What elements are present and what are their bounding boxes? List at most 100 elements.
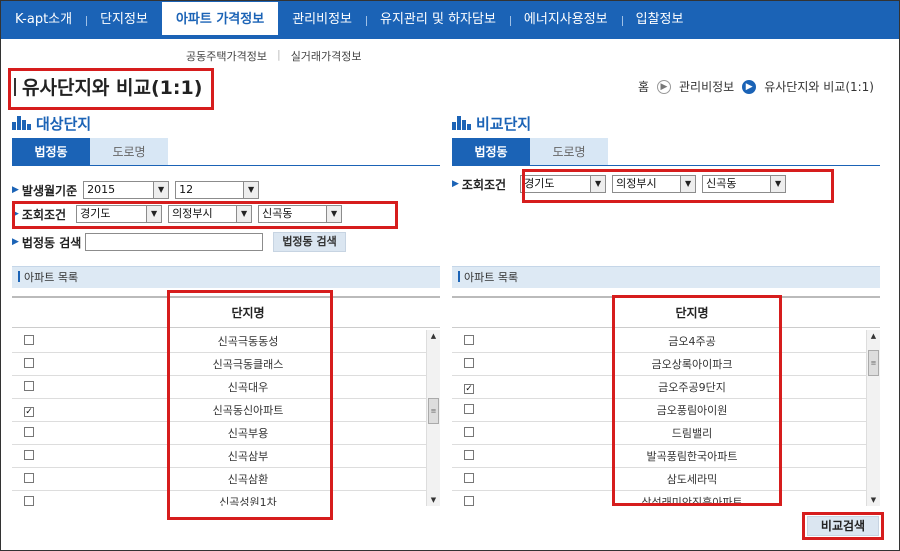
dong-search-input[interactable]: [85, 233, 264, 251]
row-checkbox-cell: [12, 380, 168, 394]
arrow-right-icon: ▶: [657, 79, 672, 94]
arrow-right-icon: ▶: [12, 237, 19, 247]
row-checkbox-cell: [452, 334, 608, 348]
breadcrumb: 홈 ▶ 관리비정보 ▶ 유사단지와 비교(1:1): [638, 78, 874, 95]
scroll-down-icon[interactable]: ▼: [427, 494, 440, 506]
row-checkbox-cell: [12, 426, 168, 440]
row-checkbox-cell: [12, 472, 168, 486]
condition-label: 조회조건: [461, 177, 507, 192]
dropdown-arrow-icon: ▼: [243, 182, 259, 198]
nav-item-fee-info[interactable]: 관리비정보: [278, 1, 366, 39]
row-checkbox-checked[interactable]: ✓: [464, 384, 474, 394]
compare-complex-panel: 비교단지 법정동 도로명 ▶ 조회조건 경기도 ▼ 의정부시 ▼ 신곡동 ▼ 아파트 …: [452, 112, 880, 507]
row-checkbox[interactable]: [24, 381, 34, 391]
row-checkbox-cell: [452, 449, 608, 463]
row-checkbox-cell: [12, 495, 168, 506]
nav-item-bid[interactable]: 입찰정보: [621, 1, 698, 39]
breadcrumb-level1[interactable]: 관리비정보: [679, 78, 734, 95]
sub-nav: 공동주택가격정보 | 실거래가격정보: [186, 48, 362, 64]
grid-header-check: [12, 298, 168, 327]
row-checkbox[interactable]: [464, 335, 474, 345]
arrow-right-icon: ▶: [742, 79, 757, 94]
tab-legal-dong[interactable]: 법정동: [452, 138, 530, 166]
tab-divider: [12, 165, 440, 166]
scroll-up-icon[interactable]: ▲: [867, 330, 880, 342]
dong-search-label: 법정동 검색: [21, 235, 82, 250]
row-checkbox[interactable]: [24, 427, 34, 437]
row-checkbox-checked[interactable]: ✓: [24, 407, 34, 417]
row-checkbox[interactable]: [24, 496, 34, 506]
row-checkbox-cell: [452, 426, 608, 440]
dropdown-arrow-icon: ▼: [153, 182, 169, 198]
row-checkbox-cell: [12, 334, 168, 348]
name-column-highlight: [167, 290, 333, 520]
row-checkbox-cell: ✓: [12, 403, 168, 417]
row-checkbox[interactable]: [464, 358, 474, 368]
tab-road-name[interactable]: 도로명: [530, 138, 608, 166]
nav-item-maintenance[interactable]: 유지관리 및 하자담보: [366, 1, 510, 39]
tab-legal-dong[interactable]: 법정동: [12, 138, 90, 166]
top-nav: K-apt소개 단지정보 아파트 가격정보 관리비정보 유지관리 및 하자담보 …: [1, 1, 899, 39]
scroll-up-icon[interactable]: ▲: [427, 330, 440, 342]
list-scrollbar[interactable]: ▲ ≡ ▼: [866, 330, 880, 506]
panel-heading: 대상단지: [12, 112, 440, 134]
nav-item-apt-price[interactable]: 아파트 가격정보: [161, 2, 279, 38]
tab-group: 법정동 도로명: [452, 138, 608, 166]
row-checkbox-cell: ✓: [452, 380, 608, 394]
scroll-thumb[interactable]: ≡: [868, 350, 879, 376]
subnav-public-price[interactable]: 공동주택가격정보: [186, 48, 267, 64]
dong-search-row: ▶ 법정동 검색 법정동 검색: [12, 232, 346, 252]
panel-title: 대상단지: [36, 114, 92, 133]
nav-item-complex-info[interactable]: 단지정보: [86, 1, 162, 39]
row-checkbox[interactable]: [464, 450, 474, 460]
row-checkbox[interactable]: [24, 450, 34, 460]
scroll-thumb[interactable]: ≡: [428, 398, 439, 424]
nav-item-energy[interactable]: 에너지사용정보: [509, 1, 622, 39]
scroll-down-icon[interactable]: ▼: [867, 494, 880, 506]
base-month-row: ▶ 발생월기준 2015 ▼ 12 ▼: [12, 180, 265, 200]
name-column-highlight: [612, 295, 782, 506]
row-checkbox[interactable]: [24, 335, 34, 345]
row-checkbox[interactable]: [464, 496, 474, 506]
apt-list-header: 아파트 목록: [12, 266, 440, 288]
building-icon: [12, 116, 32, 130]
panel-title: 비교단지: [476, 114, 532, 133]
nav-item-kapt[interactable]: K-apt소개: [1, 1, 86, 39]
row-checkbox[interactable]: [464, 427, 474, 437]
year-value: 2015: [87, 183, 116, 196]
month-value: 12: [179, 183, 194, 196]
tab-road-name[interactable]: 도로명: [90, 138, 168, 166]
breadcrumb-level2: 유사단지와 비교(1:1): [764, 80, 874, 94]
row-checkbox[interactable]: [464, 473, 474, 483]
check-icon: ✓: [465, 384, 473, 394]
check-icon: ✓: [25, 407, 33, 417]
building-icon: [452, 116, 472, 130]
month-select[interactable]: 12 ▼: [175, 181, 260, 199]
base-month-label: 발생월기준: [21, 183, 78, 198]
row-checkbox-cell: [452, 495, 608, 506]
tab-group: 법정동 도로명: [12, 138, 168, 166]
row-checkbox-cell: [452, 472, 608, 486]
year-select[interactable]: 2015 ▼: [83, 181, 170, 199]
tab-divider: [452, 165, 880, 166]
row-checkbox-cell: [12, 357, 168, 371]
condition-highlight: [12, 201, 398, 229]
arrow-right-icon: ▶: [12, 185, 19, 195]
row-checkbox[interactable]: [24, 358, 34, 368]
condition-highlight: [522, 169, 834, 203]
breadcrumb-home[interactable]: 홈: [638, 78, 649, 95]
list-scrollbar[interactable]: ▲ ≡ ▼: [426, 330, 440, 506]
compare-search-button[interactable]: 비교검색: [807, 516, 879, 536]
grid-header-check: [452, 298, 608, 327]
row-checkbox[interactable]: [464, 404, 474, 414]
row-checkbox-cell: [452, 403, 608, 417]
dong-search-button[interactable]: 법정동 검색: [273, 232, 346, 252]
subnav-real-price[interactable]: 실거래가격정보: [291, 48, 362, 64]
row-checkbox-cell: [12, 449, 168, 463]
subnav-separator: |: [276, 48, 281, 61]
arrow-right-icon: ▶: [452, 179, 459, 189]
row-checkbox-cell: [452, 357, 608, 371]
row-checkbox[interactable]: [24, 473, 34, 483]
panel-heading: 비교단지: [452, 112, 880, 134]
target-complex-panel: 대상단지 법정동 도로명 ▶ 발생월기준 2015 ▼ 12 ▼ ▶ 조회조건 경기…: [12, 112, 440, 520]
